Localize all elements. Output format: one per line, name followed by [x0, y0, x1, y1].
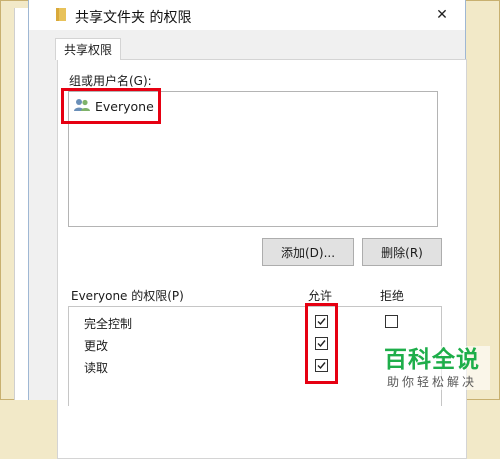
permissions-header: Everyone 的权限(P) — [71, 289, 184, 303]
add-button[interactable]: 添加(D)... — [262, 238, 354, 266]
permission-row-change: 更改 — [84, 339, 109, 353]
permission-row-full-control: 完全控制 — [84, 317, 133, 331]
allow-read-checkbox[interactable] — [315, 359, 328, 372]
allow-full-control-checkbox[interactable] — [315, 315, 328, 328]
remove-button[interactable]: 删除(R) — [362, 238, 442, 266]
checkmark-icon — [317, 340, 326, 348]
users-listbox[interactable]: Everyone — [68, 91, 438, 227]
window-title: 共享文件夹 的权限 — [75, 10, 192, 26]
groups-label: 组或用户名(G): — [69, 74, 152, 88]
checkmark-icon — [317, 362, 326, 370]
watermark-subtitle: 助你轻松解决 — [386, 375, 477, 389]
users-icon — [73, 98, 91, 115]
folder-icon — [56, 8, 66, 21]
title-bar[interactable]: 共享文件夹 的权限 ✕ — [29, 0, 465, 30]
deny-full-control-checkbox[interactable] — [385, 315, 398, 328]
user-name: Everyone — [95, 98, 154, 114]
deny-column-header: 拒绝 — [380, 289, 405, 303]
allow-change-checkbox[interactable] — [315, 337, 328, 350]
allow-column-header: 允许 — [308, 289, 333, 303]
close-icon: ✕ — [436, 7, 448, 23]
tab-share-permissions[interactable]: 共享权限 — [55, 38, 122, 60]
watermark-title: 百科全说 — [384, 347, 480, 373]
close-button[interactable]: ✕ — [431, 4, 453, 26]
permission-row-read: 读取 — [84, 361, 109, 375]
watermark: 百科全说 助你轻松解决 — [374, 346, 490, 390]
checkmark-icon — [317, 318, 326, 326]
list-item[interactable]: Everyone — [73, 96, 158, 116]
